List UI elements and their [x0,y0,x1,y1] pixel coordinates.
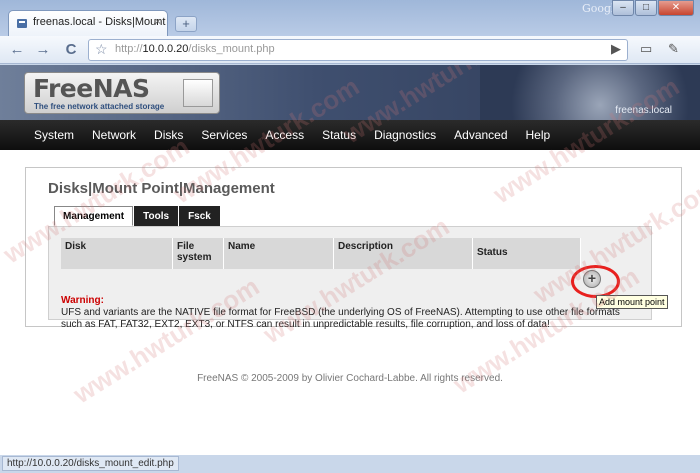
tab-tools[interactable]: Tools [134,206,179,226]
page-title: Disks|Mount Point|Management [48,180,275,197]
menu-network[interactable]: Network [83,120,145,150]
back-button[interactable]: ← [6,40,28,60]
content-box: Disks|Mount Point|Management Management … [25,167,682,330]
page-tabs: Management Tools Fsck [54,206,221,226]
tab-fsck[interactable]: Fsck [179,206,220,226]
page-favicon-icon [17,19,27,28]
status-url: http://10.0.0.20/disks_mount_edit.php [2,456,179,471]
add-mount-point-tooltip: Add mount point [596,295,668,309]
warning-text: UFS and variants are the NATIVE file for… [61,307,620,330]
close-window-button[interactable]: ✕ [658,0,694,16]
page-footer: FreeNAS © 2005-2009 by Olivier Cochard-L… [197,373,503,384]
column-status: Status [473,238,581,269]
logo-tagline: The free network attached storage [34,102,165,111]
freenas-logo[interactable]: FreeNAS The free network attached storag… [24,72,220,114]
column-file-system: File system [173,238,224,269]
new-tab-button[interactable]: + [175,16,197,32]
browser-statusbar: http://10.0.0.20/disks_mount_edit.php [0,455,700,473]
logo-name: FreeNAS [33,74,150,103]
browser-titlebar: freenas.local - Disks|Mount ... × + Goog… [0,0,700,36]
tab-title: freenas.local - Disks|Mount ... [33,16,168,28]
column-disk: Disk [61,238,173,269]
address-bar[interactable]: ☆ http://10.0.0.20/disks_mount.php [88,39,628,61]
url-host: 10.0.0.20 [142,43,189,55]
window-controls: – □ ✕ [611,0,694,16]
browser-toolbar: ← → C ☆ http://10.0.0.20/disks_mount.php… [0,36,700,64]
go-icon[interactable]: ▶ [611,41,621,57]
page-menu-icon[interactable]: ▭ [640,41,652,57]
maximize-button[interactable]: □ [635,0,657,16]
mount-panel: Disk File system Name Description Status… [48,226,652,330]
page-viewport: FreeNAS The free network attached storag… [0,65,700,455]
hostname: freenas.local [615,105,672,116]
column-name: Name [224,238,334,269]
tools-menu-icon[interactable]: ✎ [668,41,679,57]
menu-access[interactable]: Access [256,120,313,150]
mount-table-header: Disk File system Name Description Status [61,238,581,269]
tab-close-icon[interactable]: × [155,16,161,28]
main-menu: System Network Disks Services Access Sta… [0,120,700,150]
warning-label: Warning: [61,295,104,306]
bookmark-star-icon[interactable]: ☆ [95,41,108,58]
menu-diagnostics[interactable]: Diagnostics [365,120,445,150]
menu-advanced[interactable]: Advanced [445,120,516,150]
menu-help[interactable]: Help [517,120,560,150]
browser-tab[interactable]: freenas.local - Disks|Mount ... × [8,10,168,36]
menu-status[interactable]: Status [313,120,365,150]
url-prefix: http:// [115,43,143,55]
column-description: Description [334,238,473,269]
add-mount-point-button[interactable]: + [583,270,601,288]
menu-services[interactable]: Services [192,120,256,150]
menu-system[interactable]: System [25,120,83,150]
freenas-header: FreeNAS The free network attached storag… [0,65,700,120]
minimize-button[interactable]: – [612,0,634,16]
reload-button[interactable]: C [60,40,82,60]
tab-management[interactable]: Management [54,206,134,226]
warning-message: Warning: UFS and variants are the NATIVE… [61,295,641,331]
url-path: /disks_mount.php [188,43,275,55]
forward-button[interactable]: → [32,40,54,60]
menu-disks[interactable]: Disks [145,120,192,150]
logo-box-icon [183,79,213,107]
